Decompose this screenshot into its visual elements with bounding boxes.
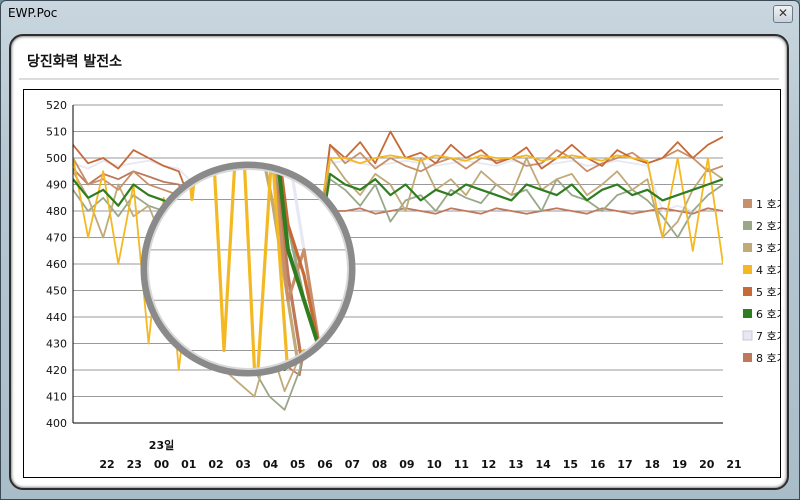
x-tick-label: 09 <box>399 458 414 471</box>
legend-label: 4 호기 <box>756 264 780 277</box>
x-tick-label: 05 <box>290 458 305 471</box>
legend-swatch <box>743 199 752 208</box>
x-tick-label: 10 <box>426 458 442 471</box>
legend-label: 1 호기 <box>756 198 780 211</box>
legend-label: 5 호기 <box>756 286 780 299</box>
x-tick-label: 12 <box>481 458 496 471</box>
x-tick-label: 19 <box>672 458 687 471</box>
x-tick-label: 15 <box>563 458 578 471</box>
x-tick-label: 21 <box>726 458 741 471</box>
x-tick-label: 14 <box>536 458 552 471</box>
app-window: EWP.Poc ✕ 당진화력 발전소 22 23 00 01 02 03 04 05 06 07 0… <box>0 0 800 500</box>
legend-label: 8 호기 <box>756 352 780 365</box>
legend-swatch <box>743 221 752 230</box>
y-tick-label: 510 <box>46 126 67 139</box>
legend-swatch <box>743 309 752 318</box>
y-tick-label: 480 <box>46 205 67 218</box>
y-tick-label: 500 <box>46 152 67 165</box>
x-tick-label: 07 <box>345 458 360 471</box>
x-tick-label: 22 <box>99 458 114 471</box>
plant-panel: 당진화력 발전소 22 23 00 01 02 03 04 05 06 07 08 09 10 11 12 1… <box>9 34 789 490</box>
y-tick-label: 400 <box>46 417 67 430</box>
x-tick-label: 02 <box>208 458 223 471</box>
x-tick-label: 00 <box>154 458 170 471</box>
line-chart: 22 23 00 01 02 03 04 05 06 07 08 09 10 11 12 13 14 15 16 17… <box>46 99 787 471</box>
y-tick-label: 420 <box>46 364 67 377</box>
close-button[interactable]: ✕ <box>773 5 793 23</box>
legend-swatch <box>743 243 752 252</box>
x-tick-label: 01 <box>181 458 196 471</box>
window-title: EWP.Poc <box>8 6 58 20</box>
x-tick-label: 13 <box>508 458 523 471</box>
legend-swatch <box>743 287 752 296</box>
x-date-label: 23일 <box>149 438 174 452</box>
x-tick-label: 06 <box>317 458 333 471</box>
x-tick-label: 16 <box>590 458 606 471</box>
legend-swatch <box>743 265 752 274</box>
panel-title: 당진화력 발전소 <box>27 54 123 70</box>
x-tick-label: 04 <box>263 458 279 471</box>
y-tick-label: 460 <box>46 258 67 271</box>
x-tick-label: 08 <box>372 458 387 471</box>
x-tick-label: 23 <box>127 458 142 471</box>
legend-label: 6 호기 <box>756 308 780 321</box>
y-tick-label: 520 <box>46 99 67 112</box>
legend-label: 3 호기 <box>756 242 780 255</box>
y-tick-label: 470 <box>46 232 67 245</box>
y-tick-label: 410 <box>46 391 67 404</box>
x-tick-label: 03 <box>236 458 251 471</box>
y-tick-label: 450 <box>46 285 67 298</box>
legend-swatch <box>742 330 753 341</box>
y-tick-label: 440 <box>46 311 67 324</box>
title-bar[interactable]: EWP.Poc ✕ <box>1 1 799 27</box>
x-tick-label: 20 <box>699 458 715 471</box>
title-separator <box>19 78 779 80</box>
x-tick-label: 11 <box>454 458 469 471</box>
legend-label: 2 호기 <box>756 220 780 233</box>
chart-frame: 22 23 00 01 02 03 04 05 06 07 08 09 10 11 12 13 14 15 16 17… <box>23 89 787 478</box>
legend-label: 7 호기 <box>756 330 780 343</box>
x-tick-label: 17 <box>617 458 632 471</box>
legend-swatch <box>743 353 752 362</box>
y-tick-label: 490 <box>46 179 67 192</box>
y-tick-label: 430 <box>46 338 67 351</box>
x-tick-label: 18 <box>645 458 660 471</box>
